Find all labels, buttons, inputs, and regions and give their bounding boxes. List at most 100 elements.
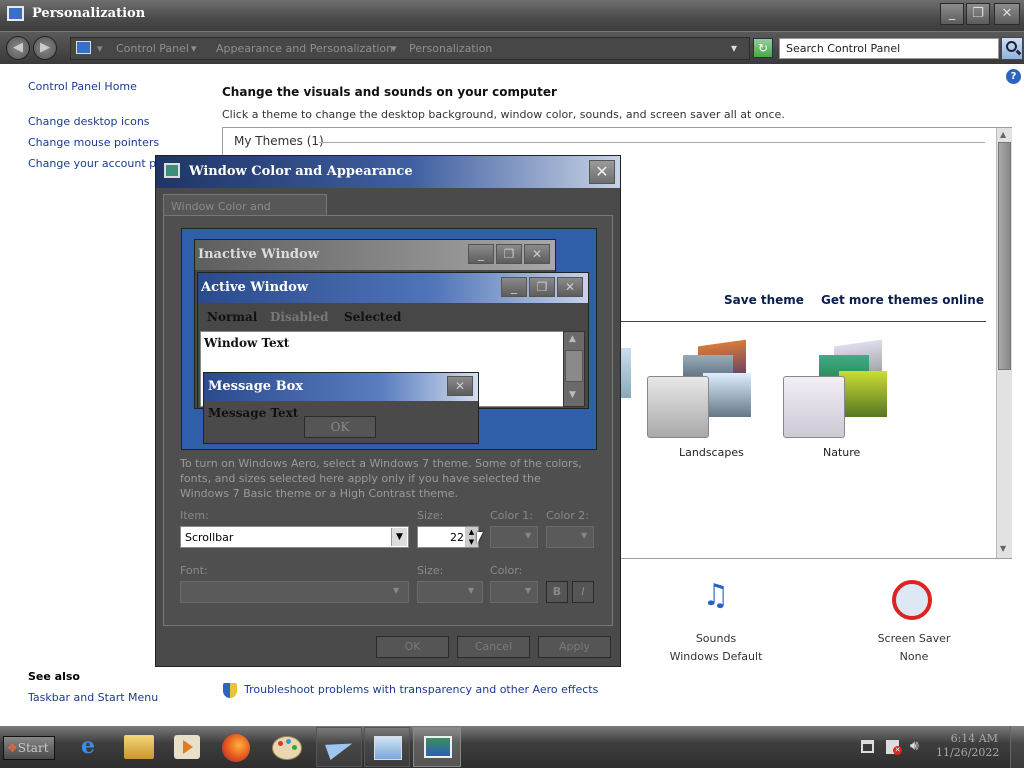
tab-window-color-appearance[interactable]: Window Color and Appearance	[163, 194, 327, 226]
control-panel-icon	[76, 41, 91, 54]
chevron-down-icon[interactable]: ▼	[391, 528, 407, 546]
size-spinner[interactable]: 22 ▲ ▼	[417, 526, 479, 548]
troubleshoot-link[interactable]: Troubleshoot problems with transparency …	[244, 683, 598, 696]
minimize-button[interactable]: _	[940, 3, 964, 25]
color1-label: Color 1:	[490, 509, 533, 522]
msgbox-text: Message Text	[208, 406, 299, 420]
inactive-title-bar: Inactive Window _ ❐ ✕	[195, 240, 555, 270]
breadcrumb-arrow-icon[interactable]: ▾	[191, 42, 197, 55]
internet-explorer-icon[interactable]: e	[66, 727, 110, 767]
window-title-bar[interactable]: Personalization _ ❐ ✕	[0, 0, 1024, 31]
theme-landscapes[interactable]: Landscapes	[643, 339, 773, 463]
chevron-down-icon[interactable]: ▼	[468, 586, 474, 595]
msgbox-title: Message Box	[208, 379, 304, 394]
change-account-picture-link[interactable]: Change your account pictu	[28, 157, 155, 170]
themes-scrollbar[interactable]: ▲ ▼	[996, 128, 1012, 558]
chevron-down-icon[interactable]: ▼	[525, 586, 531, 595]
preview-window-text: Window Text	[204, 336, 290, 350]
change-desktop-icons-link[interactable]: Change desktop icons	[28, 115, 150, 128]
scrollbar-thumb[interactable]	[998, 142, 1011, 370]
breadcrumb-arrow-icon[interactable]: ▾	[97, 42, 103, 55]
color2-label: Color 2:	[546, 509, 589, 522]
dialog-title-bar[interactable]: Window Color and Appearance ✕	[156, 156, 620, 188]
appearance-preview: Inactive Window _ ❐ ✕ Active Window _ ❐ …	[181, 228, 597, 450]
file-explorer-icon[interactable]	[116, 727, 160, 767]
chevron-down-icon[interactable]: ▼	[581, 531, 587, 540]
page-heading: Change the visuals and sounds on your co…	[222, 85, 557, 99]
window-color-appearance-dialog[interactable]: Window Color and Appearance ✕ Window Col…	[155, 155, 621, 667]
firefox-icon[interactable]	[214, 727, 258, 767]
screensaver-label: Screen Saver	[877, 632, 951, 645]
address-bar-area: ◀ ▶ ▾ Control Panel ▾ Appearance and Per…	[0, 31, 1024, 64]
back-button[interactable]: ◀	[6, 36, 30, 60]
action-center-alert-icon: ✕	[893, 746, 902, 755]
cancel-button[interactable]: Cancel	[457, 636, 530, 658]
theme-nature[interactable]: Nature	[779, 339, 909, 463]
chevron-down-icon[interactable]: ▼	[525, 531, 531, 540]
preview-minimize-icon: _	[468, 244, 494, 264]
preview-close-icon: ✕	[524, 244, 550, 264]
change-mouse-pointers-link[interactable]: Change mouse pointers	[28, 136, 159, 149]
msgbox-ok-button: OK	[304, 416, 376, 438]
maximize-button[interactable]: ❐	[966, 3, 990, 25]
clock-date: 11/26/2022	[936, 746, 1000, 759]
font-size-select[interactable]: ▼	[417, 581, 483, 603]
search-icon[interactable]	[1001, 37, 1023, 60]
color2-picker[interactable]: ▼	[546, 526, 594, 548]
show-desktop-button[interactable]	[1010, 726, 1024, 768]
dialog-app-icon	[164, 163, 180, 178]
taskbar-start-menu-link[interactable]: Taskbar and Start Menu	[28, 691, 158, 704]
media-player-icon[interactable]	[164, 727, 208, 767]
breadcrumb-personalization[interactable]: Personalization	[409, 42, 492, 55]
paint-icon[interactable]	[264, 727, 308, 767]
screensaver-setting[interactable]: Screen Saver None	[866, 578, 962, 668]
preview-close-icon: ✕	[557, 277, 583, 297]
close-button[interactable]: ✕	[994, 3, 1020, 25]
search-input[interactable]: Search Control Panel	[779, 38, 999, 59]
scroll-up-arrow-icon[interactable]: ▲	[1000, 130, 1006, 139]
item-select[interactable]: Scrollbar ▼	[180, 526, 409, 548]
font-color-picker[interactable]: ▼	[490, 581, 538, 603]
breadcrumb-appearance[interactable]: Appearance and Personalization	[216, 42, 393, 55]
theme-thumbnail	[783, 376, 845, 438]
scroll-down-arrow-icon[interactable]: ▼	[1000, 544, 1006, 553]
windows-logo-icon: ❖	[7, 741, 18, 755]
color1-picker[interactable]: ▼	[490, 526, 538, 548]
control-panel-home-link[interactable]: Control Panel Home	[28, 80, 137, 93]
see-also-heading: See also	[28, 670, 80, 683]
font-select[interactable]: ▼	[180, 581, 409, 603]
network-icon[interactable]	[861, 740, 874, 753]
save-theme-link[interactable]: Save theme	[724, 293, 804, 307]
italic-button[interactable]: I	[572, 581, 594, 603]
apply-button[interactable]: Apply	[538, 636, 611, 658]
font-color-label: Color:	[490, 564, 523, 577]
msgbox-title-bar: Message Box ✕	[204, 373, 478, 401]
dialog-close-button[interactable]: ✕	[589, 160, 615, 184]
mouse-cursor-icon	[477, 532, 483, 544]
bold-button[interactable]: B	[546, 581, 568, 603]
sounds-label: Sounds	[695, 632, 737, 645]
personalization-taskbar-icon[interactable]	[413, 727, 461, 767]
ok-button[interactable]: OK	[376, 636, 449, 658]
breadcrumb-arrow-icon[interactable]: ▾	[391, 42, 397, 55]
theme-name: Nature	[823, 446, 861, 459]
volume-icon[interactable]: 🔊︎	[910, 738, 919, 754]
telegram-icon[interactable]	[316, 727, 362, 767]
address-dropdown-icon[interactable]: ▾	[731, 41, 737, 55]
preview-menu-normal: Normal	[207, 310, 258, 324]
help-icon[interactable]: ?	[1006, 69, 1021, 84]
sounds-setting[interactable]: ♫ Sounds Windows Default	[668, 578, 764, 668]
refresh-button[interactable]: ↻	[753, 38, 773, 58]
control-panel-taskbar-icon[interactable]	[364, 727, 410, 767]
start-button[interactable]: ❖Start	[3, 736, 55, 760]
forward-button[interactable]: ▶	[33, 36, 57, 60]
theme-partial[interactable]	[621, 348, 631, 398]
chevron-down-icon[interactable]: ▼	[393, 586, 399, 595]
breadcrumb-control-panel[interactable]: Control Panel	[116, 42, 189, 55]
address-bar[interactable]: ▾ Control Panel ▾ Appearance and Persona…	[70, 37, 750, 60]
get-more-themes-link[interactable]: Get more themes online	[821, 293, 984, 307]
size-value[interactable]: 22	[450, 531, 464, 544]
nature-photo	[839, 371, 887, 417]
section-divider	[621, 321, 986, 322]
clock[interactable]: 6:14 AM 11/26/2022	[936, 732, 1000, 760]
